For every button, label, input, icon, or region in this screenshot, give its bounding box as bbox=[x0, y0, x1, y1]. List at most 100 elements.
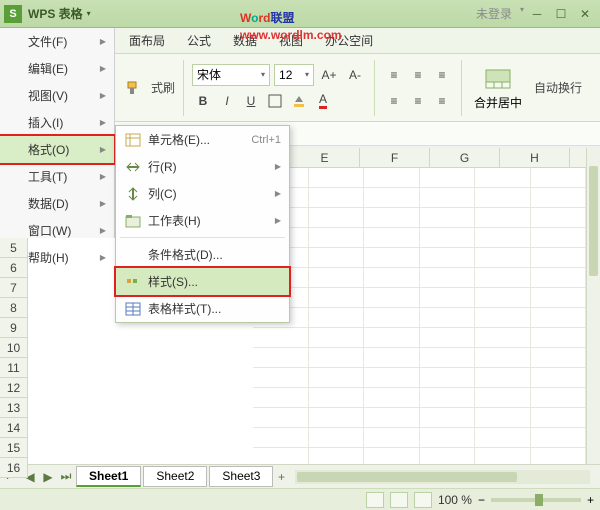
cell[interactable] bbox=[475, 268, 530, 288]
cell[interactable] bbox=[475, 408, 530, 428]
sheet-tab[interactable]: Sheet2 bbox=[143, 466, 207, 487]
cell[interactable] bbox=[531, 328, 586, 348]
cell[interactable] bbox=[253, 428, 308, 448]
cell[interactable] bbox=[309, 188, 364, 208]
align-left-button[interactable]: ≡ bbox=[383, 90, 405, 112]
menu-item-4[interactable]: 格式(O)▶ bbox=[0, 136, 114, 163]
increase-font-button[interactable]: A+ bbox=[318, 64, 340, 86]
row-header[interactable]: 9 bbox=[0, 318, 28, 338]
cell[interactable] bbox=[531, 348, 586, 368]
cell[interactable] bbox=[475, 308, 530, 328]
row-header[interactable]: 6 bbox=[0, 258, 28, 278]
cell[interactable] bbox=[364, 168, 419, 188]
cell[interactable] bbox=[364, 208, 419, 228]
cell[interactable] bbox=[364, 388, 419, 408]
cell[interactable] bbox=[253, 368, 308, 388]
cell[interactable] bbox=[531, 408, 586, 428]
align-middle-button[interactable]: ≡ bbox=[407, 64, 429, 86]
cell[interactable] bbox=[364, 348, 419, 368]
minimize-button[interactable]: ─ bbox=[526, 5, 548, 23]
row-header[interactable]: 13 bbox=[0, 398, 28, 418]
cell[interactable] bbox=[309, 208, 364, 228]
wrap-text-button[interactable]: 自动换行 bbox=[534, 79, 582, 96]
cell[interactable] bbox=[364, 268, 419, 288]
cell[interactable] bbox=[420, 228, 475, 248]
row-header[interactable]: 12 bbox=[0, 378, 28, 398]
cell[interactable] bbox=[475, 428, 530, 448]
cell[interactable] bbox=[420, 248, 475, 268]
add-sheet-button[interactable]: + bbox=[273, 469, 289, 485]
cell[interactable] bbox=[364, 248, 419, 268]
submenu-item-3[interactable]: 工作表(H)▶ bbox=[116, 207, 289, 234]
cell[interactable] bbox=[420, 368, 475, 388]
cell[interactable] bbox=[531, 208, 586, 228]
cell[interactable] bbox=[309, 428, 364, 448]
login-dropdown-icon[interactable]: ▾ bbox=[520, 5, 524, 23]
sheet-tab[interactable]: Sheet1 bbox=[76, 466, 141, 487]
submenu-item-1[interactable]: 行(R)▶ bbox=[116, 153, 289, 180]
align-bottom-button[interactable]: ≡ bbox=[431, 64, 453, 86]
cell[interactable] bbox=[309, 288, 364, 308]
zoom-out-button[interactable]: − bbox=[478, 493, 485, 507]
zoom-slider[interactable] bbox=[491, 498, 581, 502]
ribbon-tab-0[interactable]: 面布局 bbox=[123, 28, 171, 53]
cell[interactable] bbox=[420, 328, 475, 348]
cell[interactable] bbox=[253, 328, 308, 348]
view-page-button[interactable] bbox=[390, 492, 408, 508]
cell[interactable] bbox=[309, 348, 364, 368]
row-header[interactable]: 5 bbox=[0, 238, 28, 258]
align-center-button[interactable]: ≡ bbox=[407, 90, 429, 112]
cell[interactable] bbox=[531, 428, 586, 448]
cell[interactable] bbox=[364, 328, 419, 348]
view-break-button[interactable] bbox=[414, 492, 432, 508]
cell[interactable] bbox=[531, 268, 586, 288]
cell[interactable] bbox=[475, 388, 530, 408]
cell[interactable] bbox=[309, 368, 364, 388]
maximize-button[interactable]: ☐ bbox=[550, 5, 572, 23]
cell[interactable] bbox=[475, 348, 530, 368]
menu-item-3[interactable]: 插入(I)▶ bbox=[0, 109, 114, 136]
row-header[interactable]: 11 bbox=[0, 358, 28, 378]
close-button[interactable]: ✕ bbox=[574, 5, 596, 23]
font-family-select[interactable]: 宋体▾ bbox=[192, 64, 270, 86]
cell[interactable] bbox=[531, 288, 586, 308]
zoom-in-button[interactable]: + bbox=[587, 493, 594, 507]
submenu-item-6[interactable]: 样式(S)... bbox=[116, 268, 289, 295]
cell[interactable] bbox=[531, 168, 586, 188]
font-color-button[interactable]: A bbox=[312, 90, 334, 112]
italic-button[interactable]: I bbox=[216, 90, 238, 112]
cell[interactable] bbox=[364, 228, 419, 248]
cell[interactable] bbox=[531, 228, 586, 248]
cell[interactable] bbox=[309, 248, 364, 268]
cell[interactable] bbox=[364, 408, 419, 428]
row-header[interactable]: 16 bbox=[0, 458, 28, 478]
cell[interactable] bbox=[531, 248, 586, 268]
column-header[interactable]: H bbox=[500, 148, 570, 167]
cell[interactable] bbox=[420, 388, 475, 408]
cell[interactable] bbox=[475, 228, 530, 248]
sheet-tab[interactable]: Sheet3 bbox=[209, 466, 273, 487]
column-header[interactable]: G bbox=[430, 148, 500, 167]
submenu-item-0[interactable]: 单元格(E)...Ctrl+1 bbox=[116, 126, 289, 153]
cell[interactable] bbox=[253, 388, 308, 408]
menu-item-2[interactable]: 视图(V)▶ bbox=[0, 82, 114, 109]
cell[interactable] bbox=[253, 408, 308, 428]
submenu-item-2[interactable]: 列(C)▶ bbox=[116, 180, 289, 207]
cell[interactable] bbox=[309, 448, 364, 464]
menu-item-5[interactable]: 工具(T)▶ bbox=[0, 163, 114, 190]
cell[interactable] bbox=[475, 188, 530, 208]
cell[interactable] bbox=[309, 308, 364, 328]
cell[interactable] bbox=[420, 268, 475, 288]
cell[interactable] bbox=[309, 268, 364, 288]
cell[interactable] bbox=[531, 188, 586, 208]
cell[interactable] bbox=[309, 228, 364, 248]
row-header[interactable]: 15 bbox=[0, 438, 28, 458]
row-header[interactable]: 14 bbox=[0, 418, 28, 438]
cell[interactable] bbox=[309, 408, 364, 428]
submenu-item-7[interactable]: 表格样式(T)... bbox=[116, 295, 289, 322]
border-button[interactable] bbox=[264, 90, 286, 112]
cell[interactable] bbox=[420, 208, 475, 228]
ribbon-tab-1[interactable]: 公式 bbox=[181, 28, 217, 53]
underline-button[interactable]: U bbox=[240, 90, 262, 112]
cell[interactable] bbox=[364, 428, 419, 448]
